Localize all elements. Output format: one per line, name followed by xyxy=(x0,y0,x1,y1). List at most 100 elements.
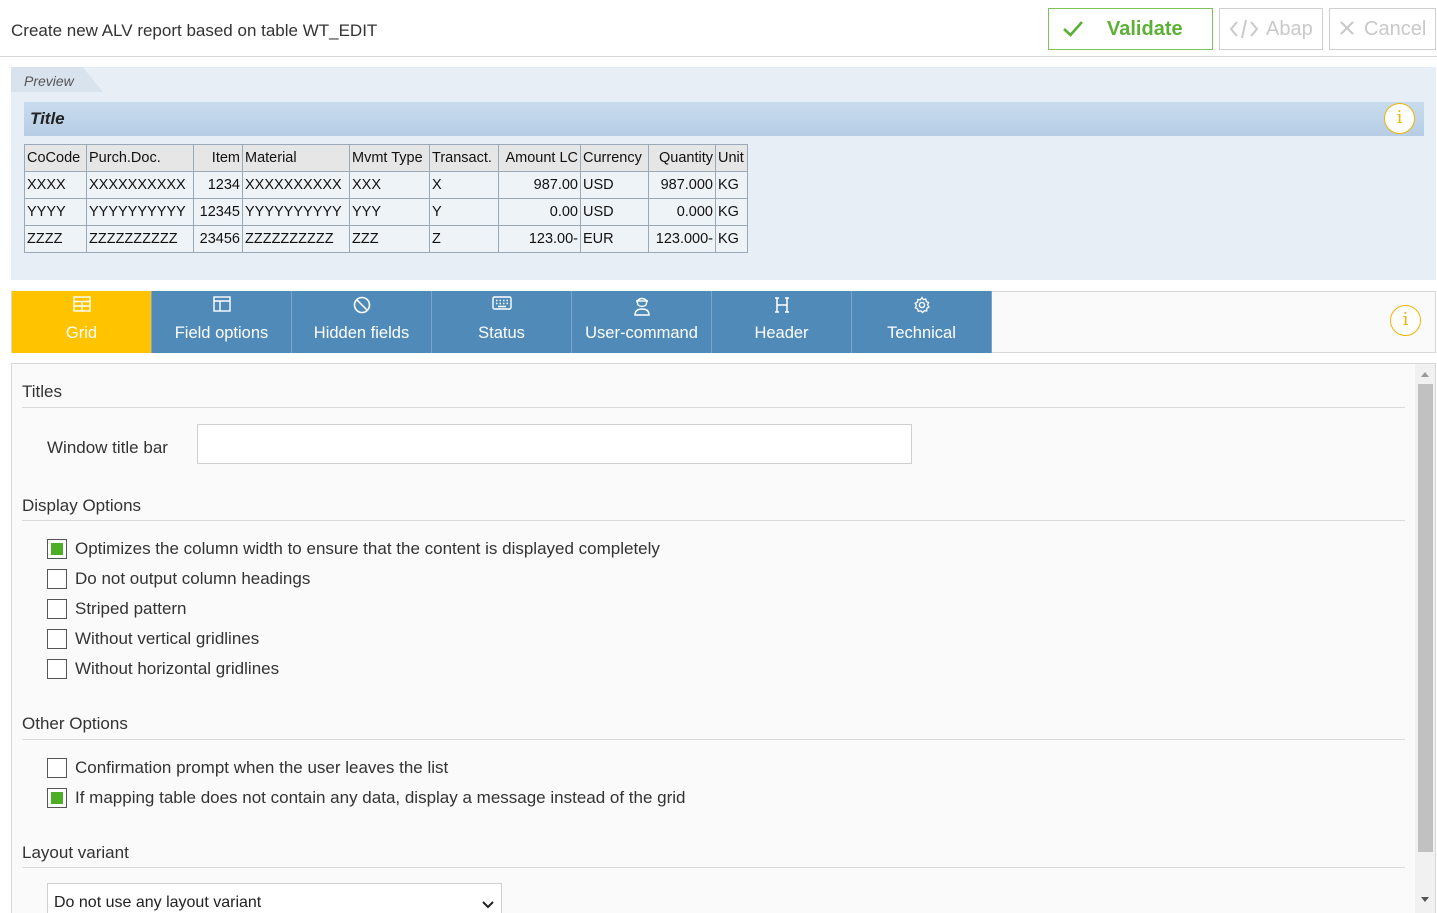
table-cell: ZZZZZZZZZZ xyxy=(86,225,194,253)
table-cell: 987.000 xyxy=(648,171,716,199)
code-icon xyxy=(1229,18,1259,46)
column-header: Currency xyxy=(580,144,649,172)
page-title: Create new ALV report based on table WT_… xyxy=(11,21,378,40)
abap-button[interactable]: Abap xyxy=(1219,8,1323,50)
table-cell: 0.000 xyxy=(648,198,716,226)
option-no-vertical-gridlines[interactable]: Without vertical gridlines xyxy=(47,629,259,649)
tab-header[interactable]: Header xyxy=(712,291,852,353)
checkbox-label: Optimizes the column width to ensure tha… xyxy=(75,539,660,558)
select-value: Do not use any layout variant xyxy=(54,894,262,911)
table-header-row: CoCode Purch.Doc. Item Material Mvmt Typ… xyxy=(24,144,748,172)
settings-panel: Titles Window title bar Display Options … xyxy=(11,363,1436,913)
column-header: Quantity xyxy=(648,144,716,172)
section-title-layout-variant: Layout variant xyxy=(22,843,129,862)
option-optimize-column-width[interactable]: Optimizes the column width to ensure tha… xyxy=(47,539,660,559)
table-cell: KG xyxy=(715,198,748,226)
divider xyxy=(22,520,1405,521)
window-title-input[interactable] xyxy=(197,424,912,464)
table-cell: KG xyxy=(715,225,748,253)
section-title-other-options: Other Options xyxy=(22,714,128,733)
tab-hidden-fields[interactable]: Hidden fields xyxy=(292,291,432,353)
info-icon[interactable]: i xyxy=(1384,103,1415,134)
chevron-down-icon xyxy=(481,896,495,913)
section-title-display-options: Display Options xyxy=(22,496,142,515)
column-header: Item xyxy=(193,144,243,172)
prohibited-icon xyxy=(292,296,431,318)
divider xyxy=(22,739,1405,740)
validate-button[interactable]: Validate xyxy=(1048,8,1213,50)
info-icon[interactable]: i xyxy=(1390,305,1421,336)
tab-label: Field options xyxy=(174,324,269,342)
checkbox-checked[interactable] xyxy=(47,539,67,559)
checkbox[interactable] xyxy=(47,569,67,589)
checkbox-label: If mapping table does not contain any da… xyxy=(75,788,686,807)
layout-icon xyxy=(152,296,291,318)
table-cell: Z xyxy=(429,225,499,253)
tab-user-command[interactable]: User-command xyxy=(572,291,712,353)
column-header: Amount LC xyxy=(498,144,581,172)
checkbox-label: Do not output column headings xyxy=(75,569,311,588)
table-cell: USD xyxy=(580,171,649,199)
tab-technical[interactable]: Technical xyxy=(852,291,992,353)
checkbox-checked[interactable] xyxy=(47,788,67,808)
table-cell: YYYYYYYYYY xyxy=(242,198,350,226)
option-no-horizontal-gridlines[interactable]: Without horizontal gridlines xyxy=(47,659,279,679)
checkbox[interactable] xyxy=(47,758,67,778)
column-header: Material xyxy=(242,144,350,172)
preview-table: CoCode Purch.Doc. Item Material Mvmt Typ… xyxy=(24,144,748,253)
column-header: Unit xyxy=(715,144,748,172)
validate-label: Validate xyxy=(1107,18,1183,40)
table-cell: KG xyxy=(715,171,748,199)
table-cell: 987.00 xyxy=(498,171,581,199)
table-cell: ZZZZZZZZZZ xyxy=(242,225,350,253)
tab-grid[interactable]: Grid xyxy=(12,291,152,353)
layout-variant-select[interactable]: Do not use any layout variant xyxy=(47,883,502,913)
table-cell: USD xyxy=(580,198,649,226)
table-cell: 1234 xyxy=(193,171,243,199)
table-row: ZZZZ ZZZZZZZZZZ 23456 ZZZZZZZZZZ ZZZ Z 1… xyxy=(24,225,748,253)
tab-label: User-command xyxy=(585,324,698,342)
tab-label: Status xyxy=(478,324,525,342)
scroll-up-arrow-icon[interactable] xyxy=(1421,372,1429,377)
tab-field-options[interactable]: Field options xyxy=(152,291,292,353)
option-striped-pattern[interactable]: Striped pattern xyxy=(47,599,187,619)
tab-label: Grid xyxy=(65,324,98,342)
section-title-titles: Titles xyxy=(22,382,62,401)
preview-title-bar: Title xyxy=(24,102,1424,136)
checkbox[interactable] xyxy=(47,599,67,619)
table-cell: ZZZ xyxy=(349,225,430,253)
tab-strip: Grid Field options Hidden fields Status … xyxy=(11,291,1436,353)
checkbox-label: Without vertical gridlines xyxy=(75,629,260,648)
column-header: Mvmt Type xyxy=(349,144,430,172)
checkbox[interactable] xyxy=(47,659,67,679)
tab-label: Technical xyxy=(887,324,956,342)
column-header: Transact. xyxy=(429,144,499,172)
scrollbar-thumb[interactable] xyxy=(1418,384,1433,852)
column-header: CoCode xyxy=(24,144,87,172)
cancel-button[interactable]: Cancel xyxy=(1329,8,1436,50)
checkmark-icon xyxy=(1061,17,1085,47)
option-confirmation-prompt[interactable]: Confirmation prompt when the user leaves… xyxy=(47,758,448,778)
gear-icon xyxy=(852,296,991,318)
option-no-column-headings[interactable]: Do not output column headings xyxy=(47,569,310,589)
divider xyxy=(22,867,1405,868)
checkbox-label: Without horizontal gridlines xyxy=(75,659,280,678)
table-cell: XXXX xyxy=(24,171,87,199)
table-row: YYYY YYYYYYYYYY 12345 YYYYYYYYYY YYY Y 0… xyxy=(24,198,748,226)
table-cell: 123.00- xyxy=(498,225,581,253)
table-cell: 23456 xyxy=(193,225,243,253)
tab-status[interactable]: Status xyxy=(432,291,572,353)
close-icon xyxy=(1338,19,1356,43)
table-cell: 123.000- xyxy=(648,225,716,253)
table-cell: Y xyxy=(429,198,499,226)
keyboard-icon xyxy=(432,296,571,318)
table-cell: YYY xyxy=(349,198,430,226)
scroll-down-arrow-icon[interactable] xyxy=(1421,897,1429,902)
option-empty-table-message[interactable]: If mapping table does not contain any da… xyxy=(47,788,686,808)
table-cell: XXXXXXXXXX xyxy=(86,171,194,199)
tab-label: Hidden fields xyxy=(313,324,410,342)
checkbox[interactable] xyxy=(47,629,67,649)
vertical-scrollbar[interactable] xyxy=(1415,364,1435,913)
checkbox-label: Confirmation prompt when the user leaves… xyxy=(75,758,449,777)
table-row: XXXX XXXXXXXXXX 1234 XXXXXXXXXX XXX X 98… xyxy=(24,171,748,199)
